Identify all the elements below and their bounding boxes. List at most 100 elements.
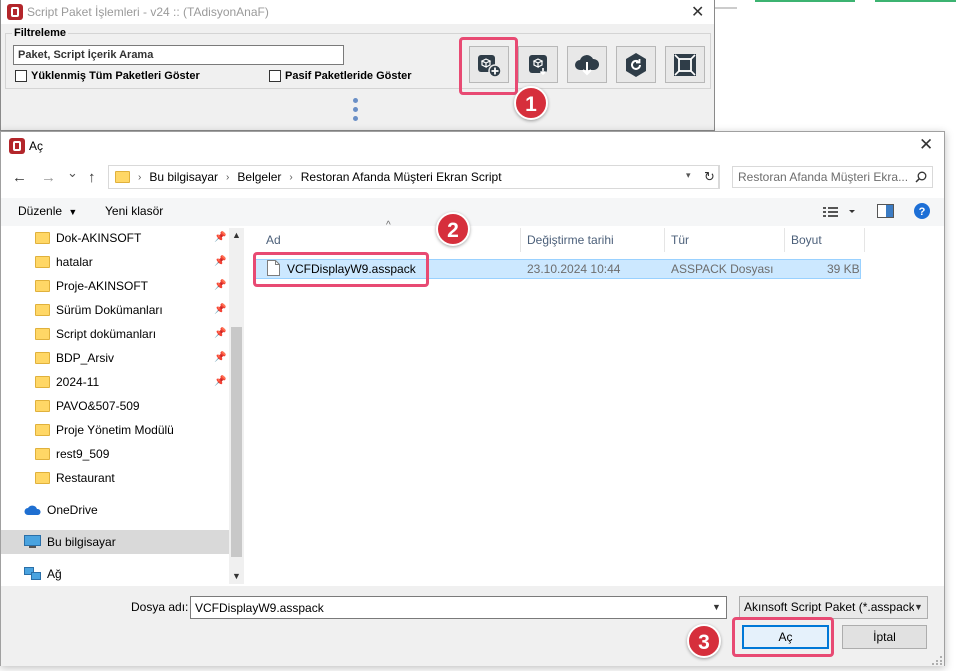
address-dropdown-icon[interactable]: ▾ [686,170,691,181]
nav-item-onedrive[interactable]: OneDrive [1,498,229,522]
folder-icon [115,171,130,183]
pin-icon: 📌 [214,304,227,315]
folder-icon [35,352,50,364]
nav-item-label: Ağ [47,567,62,581]
folder-icon [35,472,50,484]
nav-item-label: Dok-AKINSOFT [56,231,142,245]
nav-item-label: rest9_509 [56,447,110,461]
nav-item-this-pc[interactable]: Bu bilgisayar [1,530,229,554]
checkbox-box[interactable] [15,70,27,82]
sort-ascending-icon: ^ [386,220,391,231]
nav-item-pinned-folder[interactable]: 2024-11 📌 [1,370,229,394]
chevron-down-icon[interactable]: ▼ [712,602,721,612]
pin-icon: 📌 [214,232,227,243]
column-divider[interactable] [784,228,785,252]
scroll-down-icon[interactable]: ▼ [232,571,241,581]
folder-icon [35,424,50,436]
nav-item-pinned-folder[interactable]: Dok-AKINSOFT 📌 [1,226,229,250]
column-divider[interactable] [664,228,665,252]
breadcrumb-this-pc[interactable]: Bu bilgisayar [149,170,218,184]
window-close-button[interactable]: ✕ [691,2,704,22]
dialog-close-button[interactable]: ✕ [919,135,933,155]
filename-input[interactable] [190,596,727,619]
computer-icon [24,535,41,548]
new-folder-button[interactable]: Yeni klasör [105,204,163,218]
fullscreen-button[interactable] [665,46,705,83]
scroll-up-icon[interactable]: ▲ [232,230,241,240]
column-divider[interactable] [520,228,521,252]
address-refresh-button[interactable]: ↻ [700,165,720,189]
filetype-select[interactable]: Akınsoft Script Paket (*.asspack [739,596,928,619]
breadcrumb-documents[interactable]: Belgeler [237,170,281,184]
pin-icon: 📌 [214,328,227,339]
nav-scrollbar-thumb[interactable] [231,327,242,557]
show-installed-checkbox[interactable]: Yüklenmiş Tüm Paketleri Göster [15,70,200,82]
nav-item-folder[interactable]: Restaurant [1,466,229,490]
nav-item-label: 2024-11 [56,375,100,389]
chevron-right-icon: › [289,171,293,183]
column-header-modified[interactable]: Değiştirme tarihi [527,233,614,247]
nav-item-network[interactable]: Ağ [1,562,229,586]
open-file-dialog: Aç ✕ ← → ⌄ ↑ › Bu bilgisayar › Belgeler … [0,131,945,666]
column-header-type[interactable]: Tür [671,233,689,247]
chevron-down-icon: ▼ [68,207,78,217]
nav-item-pinned-folder[interactable]: Proje-AKINSOFT 📌 [1,274,229,298]
folder-icon [35,376,50,388]
step3-highlight [732,617,834,657]
window-title: Script Paket İşlemleri - v24 :: (TAdisyo… [27,5,269,19]
breadcrumb-current-folder[interactable]: Restoran Afanda Müşteri Ekran Script [301,170,502,184]
fullscreen-icon [674,53,696,76]
step3-badge: 3 [687,624,721,658]
cloud-download-icon [575,54,600,75]
column-header-size[interactable]: Boyut [791,233,822,247]
nav-item-label: Proje-AKINSOFT [56,279,149,293]
recent-locations-button[interactable]: ⌄ [67,165,78,181]
folder-icon [35,448,50,460]
nav-item-folder[interactable]: PAVO&507-509 [1,394,229,418]
onedrive-icon [24,505,41,515]
nav-item-pinned-folder[interactable]: hatalar 📌 [1,250,229,274]
cancel-button[interactable]: İptal [842,625,927,649]
file-size: 39 KB [827,262,860,276]
nav-item-label: Proje Yönetim Modülü [56,423,174,437]
install-package-button[interactable] [518,46,558,83]
forward-button[interactable]: → [41,169,56,186]
folder-icon [35,280,50,292]
step2-badge: 2 [436,212,470,246]
help-icon[interactable]: ? [914,203,930,219]
window-titlebar: Script Paket İşlemleri - v24 :: (TAdisyo… [1,0,714,24]
network-icon [24,567,41,580]
address-bar[interactable]: › Bu bilgisayar › Belgeler › Restoran Af… [108,165,719,189]
chevron-down-icon[interactable]: ▼ [914,602,923,612]
checkbox-box[interactable] [269,70,281,82]
package-search-input[interactable] [13,45,344,65]
folder-search-input[interactable]: Restoran Afanda Müşteri Ekra... [732,166,933,188]
back-button[interactable]: ← [12,169,27,186]
preview-pane-icon[interactable] [877,204,894,218]
nav-item-pinned-folder[interactable]: BDP_Arsiv 📌 [1,346,229,370]
nav-item-pinned-folder[interactable]: Script dokümanları 📌 [1,322,229,346]
filename-label: Dosya adı: [131,600,189,614]
resize-grip-icon[interactable] [931,653,943,665]
dialog-titlebar: Aç ✕ [1,132,944,160]
splitter-handle[interactable] [353,98,359,125]
dialog-title: Aç [29,139,44,153]
show-passive-checkbox[interactable]: Pasif Paketleride Göster [269,70,412,82]
nav-item-folder[interactable]: rest9_509 [1,442,229,466]
nav-item-folder[interactable]: Proje Yönetim Modülü [1,418,229,442]
file-type: ASSPACK Dosyası [671,262,774,276]
background-edge [715,0,956,9]
file-modified: 23.10.2024 10:44 [527,262,621,276]
folder-icon [35,256,50,268]
column-divider[interactable] [864,228,865,252]
view-options-icon[interactable] [823,205,863,219]
up-folder-button[interactable]: ↑ [88,169,96,186]
step1-badge: 1 [514,86,548,120]
cloud-download-button[interactable] [567,46,607,83]
refresh-button[interactable] [616,46,656,83]
nav-item-label: Script dokümanları [56,327,157,341]
column-header-name[interactable]: Ad [266,233,281,247]
nav-item-pinned-folder[interactable]: Sürüm Dokümanları 📌 [1,298,229,322]
nav-item-label: OneDrive [47,503,98,517]
organize-menu[interactable]: Düzenle ▼ [18,204,77,218]
